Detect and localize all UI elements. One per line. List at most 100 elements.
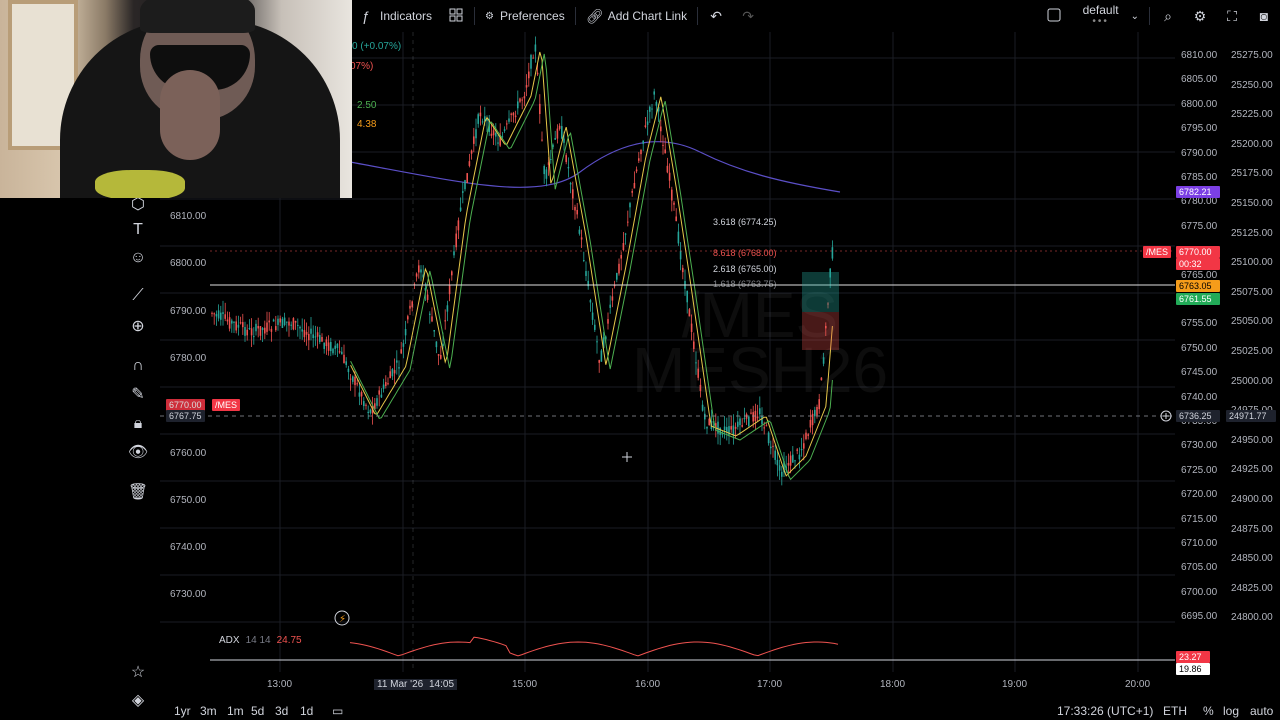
candle-body [631, 191, 633, 193]
session-button[interactable]: ETH [1163, 704, 1187, 718]
candle-body [233, 321, 235, 323]
candle-body [398, 367, 400, 369]
left-axis-label: 6810.00 [170, 211, 207, 222]
candle-body [325, 339, 328, 347]
candle-body [598, 360, 600, 363]
percent-scale-button[interactable]: % [1203, 704, 1214, 718]
range-1yr-button[interactable]: 1yr [174, 704, 191, 718]
range-1m-button[interactable]: 1m [227, 704, 244, 718]
candle-body [607, 319, 609, 324]
secondary-axis-label: 25225.00 [1231, 109, 1273, 121]
candle-body [222, 312, 224, 314]
candle-body [596, 341, 598, 343]
clock-label[interactable]: 17:33:26 (UTC+1) [1057, 704, 1153, 718]
snapshot-button[interactable]: ◙ [1248, 0, 1280, 32]
candle-body [609, 304, 611, 308]
redo-button[interactable]: ↷ [732, 0, 764, 32]
candle-body [646, 121, 649, 125]
zoom-in-icon[interactable]: ⊕ [126, 314, 150, 338]
candle-body [638, 158, 640, 161]
candle-body [404, 329, 407, 336]
candle-body [341, 351, 343, 355]
candle-body [477, 114, 479, 124]
candle-body [360, 392, 363, 397]
auto-scale-button[interactable]: auto [1250, 704, 1273, 718]
symbol-watermark-2: MESH26 [632, 334, 888, 406]
candle-body [552, 144, 554, 148]
candle-body [558, 125, 561, 129]
range-3d-button[interactable]: 3d [275, 704, 288, 718]
candle-body [316, 332, 319, 337]
candle-body [741, 425, 743, 427]
adx-legend[interactable]: ADX 14 14 24.75 [219, 635, 302, 646]
magnet-icon[interactable]: ∩ [126, 354, 150, 378]
candle-body [633, 182, 636, 189]
candle-body [635, 169, 638, 172]
layout-name-block: default ••• [1077, 4, 1125, 28]
crosshair-price-tag: 6736.25 [1176, 410, 1220, 422]
candle-body [409, 305, 411, 309]
range-1d-button[interactable]: 1d [300, 704, 313, 718]
candle-body [297, 324, 299, 326]
ruler-tool-icon[interactable]: ⟋ [126, 284, 150, 308]
eye-icon[interactable]: 👁︎ [126, 440, 150, 464]
candle-body [389, 371, 391, 379]
crosshair-time-label: 14:05 [426, 679, 458, 690]
candle-body [244, 327, 246, 336]
candle-body [279, 318, 281, 323]
range-5d-button[interactable]: 5d [251, 704, 264, 718]
layers-icon[interactable]: ◈ [126, 688, 150, 712]
undo-button[interactable]: ↶ [700, 0, 732, 32]
candle-body [523, 96, 526, 99]
settings-button[interactable]: ⚙ [1184, 0, 1216, 32]
price-axis-secondary[interactable]: 25275.00 25250.00 25225.00 25200.00 25175.00… [1225, 32, 1280, 672]
maximize-button[interactable]: ⛶ [1216, 0, 1248, 32]
candle-body [693, 341, 695, 349]
candle-body [327, 342, 330, 351]
templates-button[interactable] [440, 0, 472, 32]
search-button[interactable]: ⌕ [1152, 0, 1184, 32]
candle-body [418, 265, 420, 273]
trash-icon[interactable]: 🗑︎ [126, 480, 150, 504]
candle-body [591, 312, 594, 320]
candle-body [312, 334, 314, 339]
candle-body [543, 166, 545, 175]
candle-body [380, 394, 383, 398]
indicators-button[interactable]: ƒ Indicators [350, 0, 440, 32]
calendar-goto-icon[interactable]: ▭ [332, 704, 343, 718]
candle-body [781, 471, 783, 477]
candle-body [563, 138, 565, 143]
candle-body [565, 155, 567, 162]
emoji-tool-icon[interactable]: ☺ [126, 246, 150, 270]
time-label: 15:00 [512, 679, 538, 690]
star-icon[interactable]: ☆ [126, 660, 150, 684]
candle-body [585, 271, 587, 276]
candle-body [649, 106, 651, 112]
price-axis-main[interactable]: 6810.00 6805.00 6800.00 6795.00 6790.00 6785.… [1175, 32, 1225, 672]
candle-body [215, 313, 218, 317]
camera-icon: ◙ [1259, 8, 1269, 24]
left-axis-label: 6760.00 [170, 448, 207, 459]
secondary-axis-label: 24875.00 [1231, 523, 1273, 535]
preferences-button[interactable]: ⚙ Preferences [477, 0, 573, 32]
pencil-lock-icon[interactable]: ✎ [126, 382, 150, 406]
indicators-label: Indicators [380, 9, 433, 23]
candle-body [688, 309, 691, 317]
lock-icon[interactable]: 🔒︎ [126, 412, 150, 436]
candle-body [682, 267, 684, 273]
candle-body [677, 231, 680, 244]
time-axis[interactable]: 13:00 11 Mar '26 14:05 15:00 16:00 17:00… [160, 676, 1280, 694]
fullscreen-toggle-button[interactable] [1039, 0, 1069, 32]
log-scale-button[interactable]: log [1223, 704, 1239, 718]
add-chart-link-label: Add Chart Link [607, 9, 688, 23]
text-tool-icon[interactable]: T [126, 218, 150, 242]
add-chart-link-button[interactable]: 🔗︎ Add Chart Link [578, 0, 695, 32]
candle-body [211, 312, 213, 314]
range-3m-button[interactable]: 3m [200, 704, 217, 718]
square-icon [1047, 8, 1061, 25]
candle-body [347, 368, 350, 373]
candle-body [213, 313, 215, 315]
candle-body [539, 103, 541, 115]
layout-selector[interactable]: default ••• ⌄ [1069, 0, 1147, 32]
candle-body [497, 142, 499, 144]
